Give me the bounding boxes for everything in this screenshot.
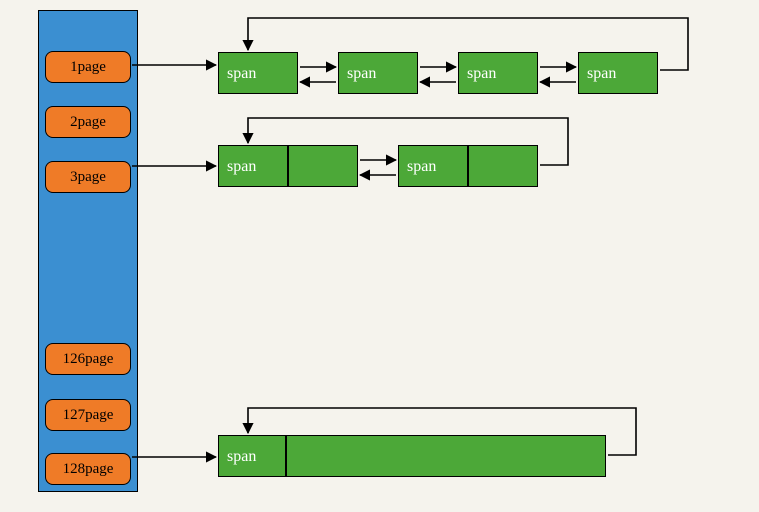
diagram-canvas: 1page 2page 3page 126page 127page 128pag…	[0, 0, 759, 512]
span-box: span	[338, 52, 418, 94]
span-box: span	[578, 52, 658, 94]
page-button-2[interactable]: 2page	[45, 106, 131, 138]
page-button-3[interactable]: 3page	[45, 161, 131, 193]
span-extension	[286, 435, 606, 477]
span-box: span	[398, 145, 468, 187]
span-extension	[288, 145, 358, 187]
page-button-128[interactable]: 128page	[45, 453, 131, 485]
span-box: span	[218, 435, 286, 477]
span-box: span	[218, 52, 298, 94]
page-button-127[interactable]: 127page	[45, 399, 131, 431]
page-button-1[interactable]: 1page	[45, 51, 131, 83]
page-list-panel: 1page 2page 3page 126page 127page 128pag…	[38, 10, 138, 492]
page-button-126[interactable]: 126page	[45, 343, 131, 375]
span-extension	[468, 145, 538, 187]
span-box: span	[458, 52, 538, 94]
span-box: span	[218, 145, 288, 187]
